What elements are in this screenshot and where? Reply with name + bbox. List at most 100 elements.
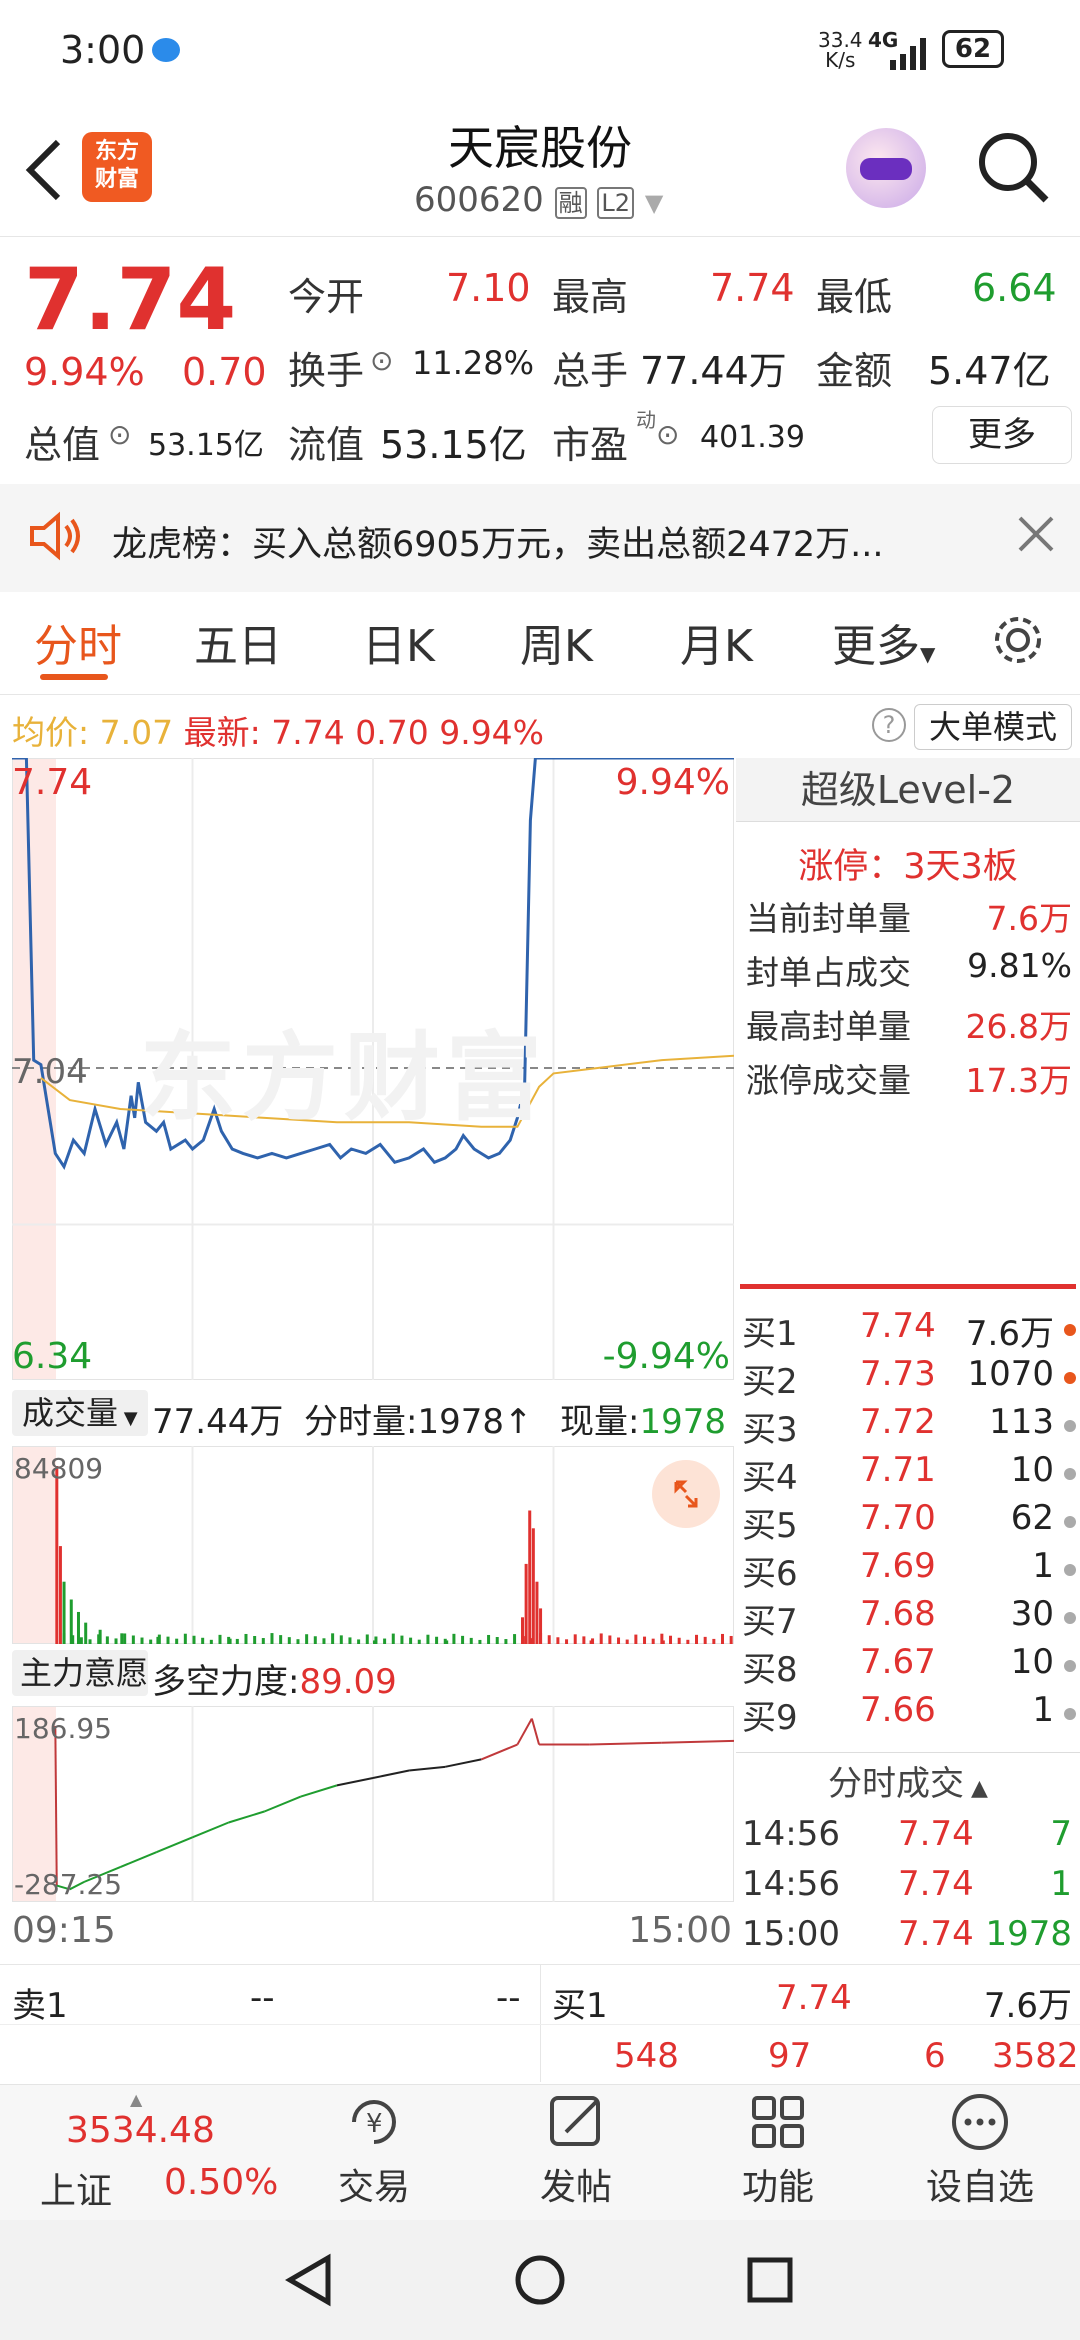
orderbook-row[interactable]: 买2 7.73 1070 — [742, 1354, 1080, 1402]
volume-bar — [357, 1639, 361, 1644]
recents-square-icon[interactable] — [742, 2252, 798, 2312]
volume-bar — [608, 1635, 612, 1644]
latest-label: 最新: — [183, 713, 261, 752]
volume-selector[interactable]: 成交量 ▼ — [12, 1390, 148, 1436]
index-value[interactable]: 3534.48 — [66, 2110, 215, 2151]
tab-week-k[interactable]: 周K — [520, 610, 593, 674]
volume-bar — [669, 1635, 673, 1644]
orderbook-row[interactable]: 买3 7.72 113 — [742, 1402, 1080, 1450]
ticks-header[interactable]: 分时成交 ▲ — [736, 1756, 1080, 1805]
row-divider — [0, 2024, 1080, 2025]
orderbook-dot — [1064, 1420, 1076, 1432]
orderbook-row[interactable]: 买5 7.70 62 — [742, 1498, 1080, 1546]
tab-five-day[interactable]: 五日 — [194, 610, 282, 674]
stock-code-row[interactable]: 600620 融 L2 ▼ — [414, 180, 663, 220]
volume-bar — [417, 1639, 421, 1644]
help-icon[interactable]: ? — [872, 708, 906, 742]
tick-price: 7.74 — [898, 1814, 974, 1854]
orderbook-row[interactable]: 买6 7.69 1 — [742, 1546, 1080, 1594]
info-icon[interactable]: ⊙ — [108, 418, 131, 451]
net-speed: 33.4 K/s — [818, 30, 863, 70]
tab-more-label: 更多 — [832, 621, 920, 672]
volume-bar — [374, 1636, 378, 1644]
volume-total: 77.44万 — [152, 1402, 284, 1442]
settings-gear-icon[interactable] — [990, 612, 1046, 672]
volume-bar — [461, 1635, 465, 1644]
indicator-segment — [530, 1718, 541, 1745]
nav-add-watchlist[interactable]: 设自选 — [880, 2090, 1080, 2210]
float-label: 流值 — [288, 423, 365, 467]
volume-bar — [703, 1636, 707, 1644]
volume-bar — [120, 1633, 124, 1644]
volume-bar — [660, 1633, 664, 1644]
info-icon[interactable]: ⊙ — [370, 344, 393, 377]
edit-icon — [550, 2096, 600, 2146]
back-icon[interactable] — [22, 138, 66, 206]
volume-bar — [296, 1639, 300, 1644]
info-icon[interactable]: ⊙ — [656, 418, 679, 451]
tick-time: 15:00 — [742, 1914, 840, 1954]
orderbook-price: 7.66 — [860, 1690, 936, 1730]
volume-bar — [209, 1639, 213, 1644]
volume-chart[interactable] — [12, 1446, 734, 1644]
close-icon[interactable] — [1014, 512, 1058, 560]
orderbook-level: 买9 — [742, 1698, 798, 1738]
latest-value: 7.74 — [271, 713, 345, 752]
orderbook-row[interactable]: 买7 7.68 30 — [742, 1594, 1080, 1642]
volume-bar — [729, 1635, 733, 1644]
volume-bar — [539, 1633, 543, 1644]
orderbook-level: 买3 — [742, 1410, 798, 1450]
volume-bar — [348, 1637, 352, 1644]
orderbook-qty: 7.6万 — [965, 1314, 1054, 1354]
indicator-segment — [264, 1795, 302, 1813]
tab-more[interactable]: 更多▼ — [832, 610, 935, 674]
tick-row: 14:56 7.74 1 — [742, 1864, 1072, 1914]
volume-bar — [524, 1563, 528, 1644]
more-button[interactable]: 更多 — [932, 406, 1072, 464]
indicator-selector[interactable]: 主力意愿 ▼ — [12, 1650, 148, 1741]
back-triangle-icon[interactable] — [282, 2252, 338, 2312]
big-order-mode-button[interactable]: 大单模式 — [914, 704, 1072, 750]
orderbook-dot — [1064, 1612, 1076, 1624]
home-circle-icon[interactable] — [512, 2252, 568, 2312]
orderbook-row[interactable]: 买9 7.66 1 — [742, 1690, 1080, 1738]
volume-max: 84809 — [14, 1452, 104, 1485]
robot-visor — [860, 158, 912, 180]
float-value: 53.15亿 — [380, 423, 527, 467]
expand-icon[interactable] — [652, 1460, 720, 1528]
tab-month-k[interactable]: 月K — [680, 610, 753, 674]
latest-change-pct: 9.94% — [439, 713, 545, 752]
nav-functions[interactable]: 功能 — [678, 2090, 878, 2210]
volume-bar — [383, 1638, 387, 1644]
assistant-avatar[interactable] — [846, 128, 926, 208]
net-speed-value: 33.4 — [818, 28, 863, 52]
tick-time: 14:56 — [742, 1814, 840, 1854]
tab-day-k[interactable]: 日K — [362, 610, 435, 674]
count-4: 3582 — [992, 2036, 1079, 2076]
orderbook-row[interactable]: 买8 7.67 10 — [742, 1642, 1080, 1690]
tab-fenshi[interactable]: 分时 — [34, 610, 122, 674]
nav-trade[interactable]: ¥ 交易 — [274, 2090, 474, 2210]
volume-bar — [426, 1634, 430, 1644]
nav-post[interactable]: 发帖 — [476, 2090, 676, 2210]
sell1-label: 卖1 — [12, 1986, 68, 2026]
indicator-label: 多空力度: — [152, 1662, 300, 1702]
level2-row-label: 封单占成交 — [746, 953, 911, 992]
orderbook-level: 买1 — [742, 1314, 798, 1354]
pe-value: 401.39 — [700, 420, 805, 455]
indicator-segment — [480, 1743, 518, 1761]
level2-row-value: 26.8万 — [965, 1007, 1072, 1046]
volume-bar — [409, 1637, 413, 1644]
search-icon[interactable] — [976, 130, 1052, 210]
volume-bar — [58, 1546, 62, 1644]
orderbook-row[interactable]: 买1 7.74 7.6万 — [742, 1306, 1080, 1354]
battery-icon: 62 — [942, 30, 1004, 68]
orderbook-row[interactable]: 买4 7.71 10 — [742, 1450, 1080, 1498]
volume-bar — [531, 1528, 535, 1644]
indicator-segment — [156, 1836, 193, 1854]
level2-title[interactable]: 超级Level-2 — [736, 758, 1080, 822]
indicator-segment — [589, 1741, 662, 1746]
level2-row-label: 最高封单量 — [746, 1007, 911, 1046]
volume-bar — [599, 1633, 603, 1644]
turnover-label: 换手 — [288, 349, 365, 393]
